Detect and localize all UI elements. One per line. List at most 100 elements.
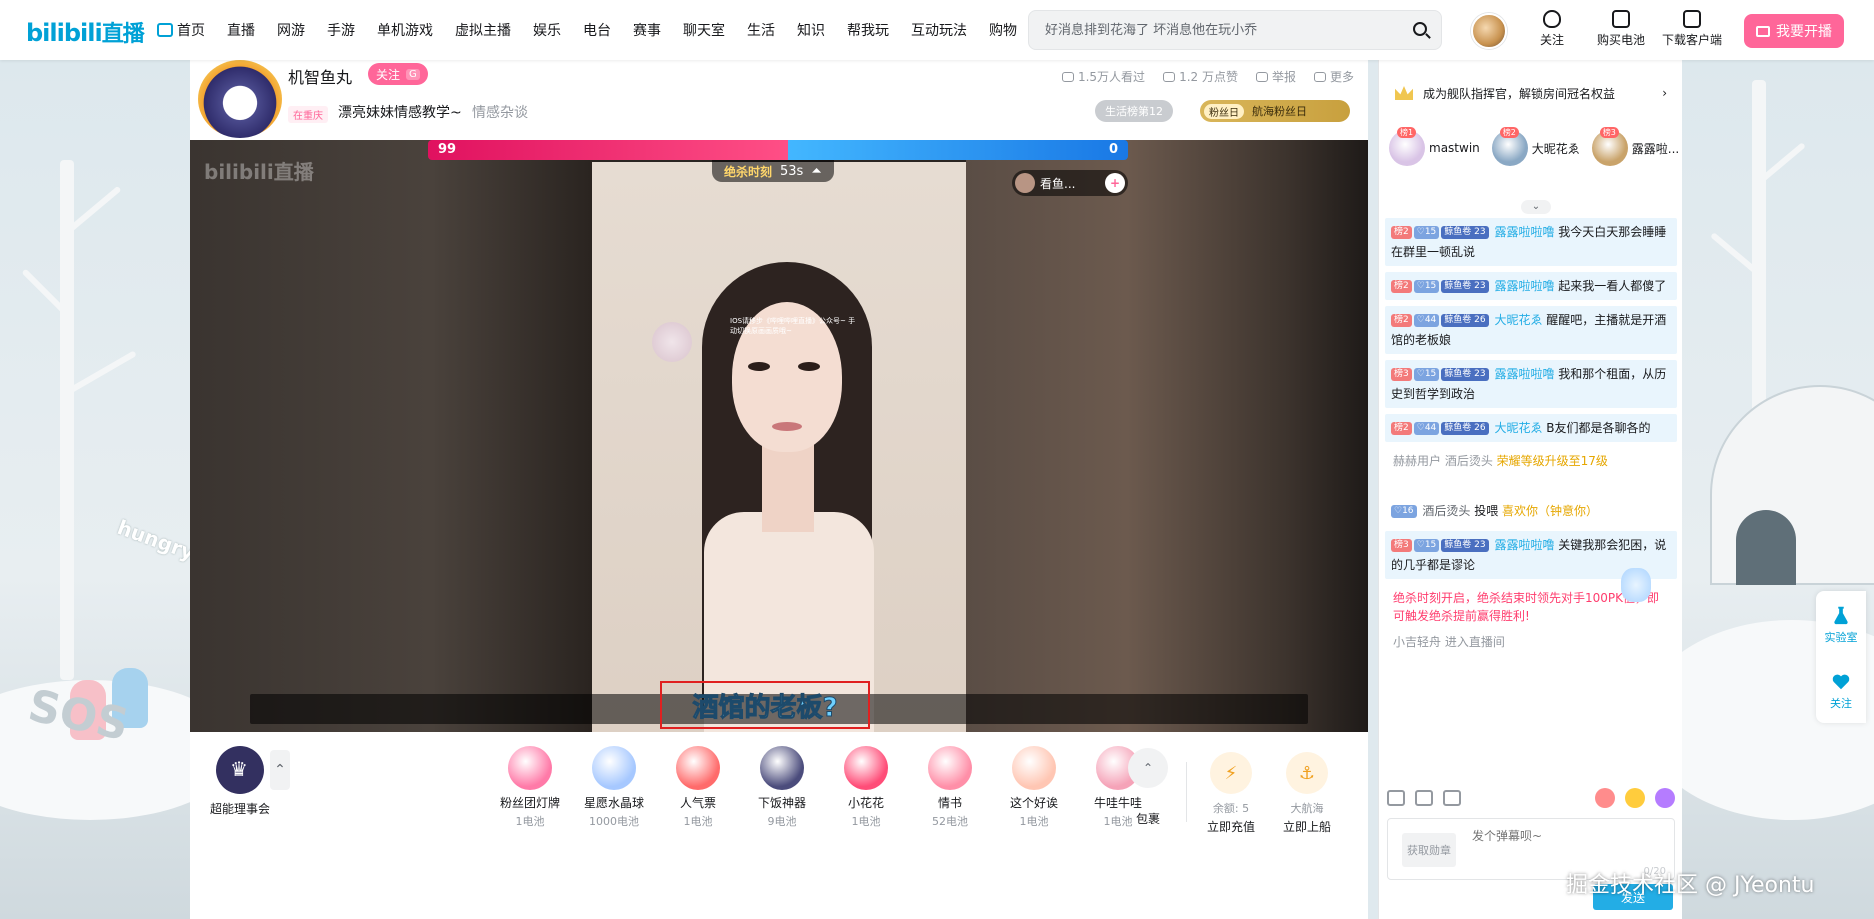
follow-action[interactable]: 关注 — [1540, 10, 1564, 48]
follow-opponent-button[interactable]: + — [1105, 173, 1125, 193]
gift-icon — [844, 746, 888, 790]
expand-ranking-button[interactable]: ⌄ — [1521, 200, 1551, 214]
nav-mobile-games[interactable]: 手游 — [316, 20, 366, 40]
search-box — [1028, 10, 1442, 50]
more-button[interactable]: 更多 — [1313, 68, 1354, 85]
chat-username[interactable]: 露露啦啦噜 — [1494, 279, 1554, 293]
gift-icon — [592, 746, 636, 790]
guard-banner[interactable]: 成为舰队指挥官，解锁房间冠名权益 › — [1379, 78, 1683, 108]
gift-icon — [508, 746, 552, 790]
danmaku-input[interactable] — [1472, 829, 1662, 843]
user-avatar[interactable] — [1471, 13, 1507, 49]
star-icon[interactable] — [1415, 790, 1433, 806]
camera-icon — [1756, 25, 1770, 37]
gift-item[interactable]: 粉丝团灯牌 1电池 — [488, 746, 572, 829]
hair-flower — [652, 322, 692, 362]
search-icon[interactable] — [1413, 22, 1427, 36]
emoji-icon[interactable] — [1387, 790, 1405, 806]
player-area: 机智鱼丸 关注 G 在重庆 漂亮妹妹情感教学~ 情感杂谈 1.5万人看过 1.2… — [190, 60, 1368, 919]
gift-feed-message: ♡16 酒后烫头 投喂 喜欢你（钟意你） — [1385, 497, 1677, 525]
gift-list: 粉丝团灯牌 1电池 星愿水晶球 1000电池 人气票 1电池 下饭神器 9电池 小花花 1… — [488, 746, 1160, 829]
lab-button[interactable]: 实验室 — [1825, 604, 1858, 645]
nav-vtuber[interactable]: 虚拟主播 — [444, 20, 522, 40]
top-user[interactable]: 榜3 露露啦... — [1591, 127, 1679, 166]
room-stats: 1.5万人看过 1.2 万点赞 举报 更多 — [1061, 68, 1354, 85]
download-client-action[interactable]: 下载客户端 — [1662, 10, 1722, 48]
search-input[interactable] — [1029, 11, 1389, 49]
download-icon — [1683, 10, 1701, 28]
avatar: 榜2 — [1491, 127, 1528, 166]
gift-icon — [928, 746, 972, 790]
top-nav: 首页 直播 网游 手游 单机游戏 虚拟主播 娱乐 电台 赛事 聊天室 生活 知识… — [146, 0, 1028, 60]
top-header: bilibili直播 首页 直播 网游 手游 单机游戏 虚拟主播 娱乐 电台 赛… — [0, 0, 1874, 60]
nav-home[interactable]: 首页 — [146, 20, 216, 40]
igloo-door — [1736, 510, 1796, 585]
ship-icon: ⚓ — [1286, 752, 1328, 794]
bilibili-logo[interactable]: bilibili直播 — [26, 16, 145, 48]
avatar: 榜3 — [1591, 127, 1628, 166]
avatar: 榜1 — [1389, 127, 1425, 166]
chat-message: 榜2 ♡15 鲸鱼卷 23 露露啦啦噜 起来我一看人都傻了 — [1385, 272, 1677, 300]
nav-interactive[interactable]: 互动玩法 — [900, 20, 978, 40]
pk-opponent-chip[interactable]: 看鱼... + — [1012, 170, 1128, 196]
top-user[interactable]: 榜2 大昵花ゑ — [1491, 127, 1580, 166]
nav-radio[interactable]: 电台 — [572, 20, 622, 40]
follow-anchor-button[interactable]: 关注 G — [368, 63, 428, 85]
gift-item[interactable]: 小花花 1电池 — [824, 746, 908, 829]
buy-battery-action[interactable]: 购买电池 — [1597, 10, 1645, 48]
chevron-right-icon: › — [1662, 86, 1667, 100]
warning-icon — [1255, 71, 1268, 82]
nav-online-games[interactable]: 网游 — [266, 20, 316, 40]
room-category[interactable]: 情感杂谈 — [472, 102, 528, 122]
gift-item[interactable]: 下饭神器 9电池 — [740, 746, 824, 829]
gift-icon — [760, 746, 804, 790]
subtitle-highlight: 酒馆的老板? — [660, 681, 870, 729]
nav-single-games[interactable]: 单机游戏 — [366, 20, 444, 40]
chat-username[interactable]: 露露啦啦噜 — [1494, 367, 1554, 381]
start-live-button[interactable]: 我要开播 — [1744, 14, 1844, 48]
council-expand-button[interactable]: ⌃ — [270, 750, 290, 790]
nav-entertainment[interactable]: 娱乐 — [522, 20, 572, 40]
dock-follow-button[interactable]: 关注 — [1830, 670, 1852, 711]
opponent-avatar — [1015, 173, 1035, 193]
top-user[interactable]: 榜1 mastwin — [1389, 127, 1480, 166]
gift-package-button[interactable]: ⌃ 包裹 — [1126, 748, 1170, 827]
chat-username[interactable]: 大昵花ゑ — [1494, 421, 1542, 435]
chat-username[interactable]: 露露啦啦噜 — [1494, 225, 1554, 239]
nav-help-me-play[interactable]: 帮我玩 — [836, 20, 900, 40]
nav-live[interactable]: 直播 — [216, 20, 266, 40]
chat-bubble-icon[interactable] — [1655, 788, 1675, 808]
anchor-avatar[interactable] — [198, 60, 282, 138]
super-council[interactable]: 超能理事会 — [210, 746, 270, 817]
comment-icon[interactable] — [1443, 790, 1461, 806]
pk-progress-bar: 99 0 — [428, 140, 1128, 160]
rank-badge[interactable]: 生活榜第12 — [1095, 100, 1173, 122]
get-medal-button[interactable]: 获取勋章 — [1402, 833, 1456, 867]
nav-esports[interactable]: 赛事 — [622, 20, 672, 40]
pk-timer: 绝杀时刻 53s ⏶ — [712, 160, 834, 182]
gift-item[interactable]: 情书 52电池 — [908, 746, 992, 829]
nav-chatroom[interactable]: 聊天室 — [672, 20, 736, 40]
thumb-up-icon — [1163, 71, 1176, 82]
nav-life[interactable]: 生活 — [736, 20, 786, 40]
report-button[interactable]: 举报 — [1255, 68, 1296, 85]
anchor-name[interactable]: 机智鱼丸 — [288, 64, 352, 88]
gift-item[interactable]: 人气票 1电池 — [656, 746, 740, 829]
area-tag: 在重庆 — [288, 106, 328, 123]
chat-username[interactable]: 大昵花ゑ — [1494, 313, 1542, 327]
subtitle-text: 酒馆的老板? — [692, 692, 838, 723]
fan-day-badge[interactable]: 粉丝日 航海粉丝日 — [1200, 100, 1350, 122]
live-video[interactable]: bilibili直播 99 0 绝杀时刻 53s ⏶ 看鱼... + IOS请移… — [190, 140, 1368, 732]
like-reaction-icon[interactable] — [1595, 788, 1615, 808]
gift-item[interactable]: 这个好诶 1电池 — [992, 746, 1076, 829]
chat-username[interactable]: 露露啦啦噜 — [1494, 538, 1554, 552]
room-title: 漂亮妹妹情感教学~ — [338, 105, 462, 121]
captain-button[interactable]: ⚓ 大航海 立即上船 — [1272, 752, 1342, 835]
gift-item[interactable]: 星愿水晶球 1000电池 — [572, 746, 656, 829]
nav-knowledge[interactable]: 知识 — [786, 20, 836, 40]
nav-shopping[interactable]: 购物 — [978, 20, 1028, 40]
recharge-button[interactable]: ⚡ 余额: 5 立即充值 — [1196, 752, 1266, 835]
heart-icon — [1832, 674, 1850, 689]
likes-stat: 1.2 万点赞 — [1163, 68, 1238, 85]
face-reaction-icon[interactable] — [1625, 788, 1645, 808]
